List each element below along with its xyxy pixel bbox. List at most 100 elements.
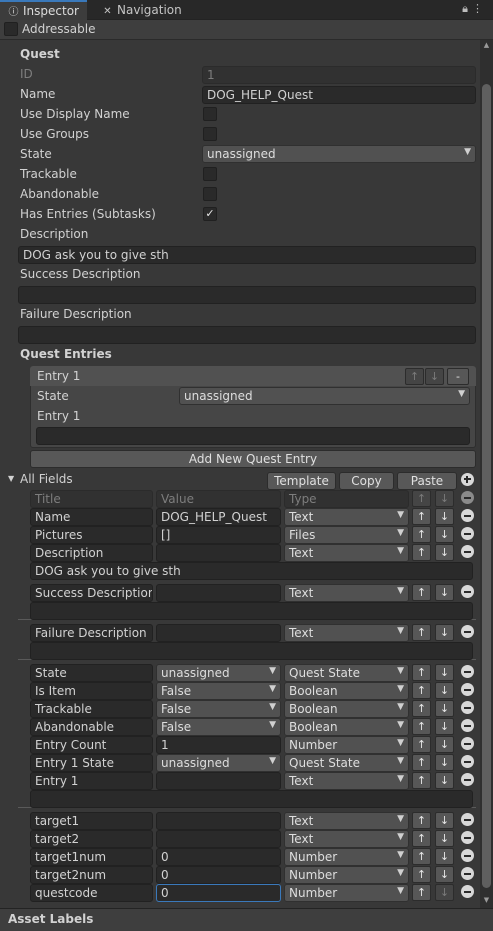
field-title[interactable]: target1 — [30, 812, 153, 830]
remove-field-icon[interactable] — [461, 737, 474, 750]
field-type-dropdown[interactable]: Quest State ▼ — [284, 664, 409, 682]
move-down-button[interactable]: ↓ — [435, 884, 454, 901]
move-up-button[interactable]: ↑ — [412, 884, 431, 901]
field-value-input[interactable] — [156, 812, 281, 830]
abandonable-checkbox[interactable] — [203, 187, 217, 201]
field-value-dropdown[interactable]: False ▼ — [156, 700, 281, 718]
move-up-button[interactable]: ↑ — [412, 544, 431, 561]
remove-field-icon[interactable] — [461, 527, 474, 540]
remove-field-icon[interactable] — [461, 545, 474, 558]
remove-field-icon[interactable] — [461, 773, 474, 786]
field-value-input[interactable]: [] — [156, 526, 281, 544]
field-value-input[interactable]: 1 — [156, 736, 281, 754]
field-value-input[interactable] — [156, 544, 281, 562]
template-button[interactable]: Template — [267, 472, 336, 490]
use-groups-checkbox[interactable] — [203, 127, 217, 141]
move-up-button[interactable]: ↑ — [412, 848, 431, 865]
lock-icon[interactable]: 🔒︎ — [462, 2, 472, 15]
field-type-dropdown[interactable]: Text ▼ — [284, 812, 409, 830]
field-type-dropdown[interactable]: Number ▼ — [284, 736, 409, 754]
remove-field-icon[interactable] — [461, 625, 474, 638]
field-value-input[interactable] — [156, 584, 281, 602]
field-long-value[interactable] — [30, 642, 473, 660]
state-dropdown[interactable]: unassigned ▼ — [202, 145, 476, 163]
move-down-button[interactable]: ↓ — [435, 664, 454, 681]
remove-field-icon[interactable] — [461, 849, 474, 862]
more-icon[interactable]: ⋮ — [472, 2, 487, 15]
field-title[interactable]: Entry 1 State — [30, 754, 153, 772]
remove-field-icon[interactable] — [461, 813, 474, 826]
move-up-button[interactable]: ↑ — [412, 682, 431, 699]
move-up-button[interactable]: ↑ — [412, 718, 431, 735]
field-title[interactable]: Entry 1 — [30, 772, 153, 790]
field-title[interactable]: Abandonable — [30, 718, 153, 736]
field-value-dropdown[interactable]: unassigned ▼ — [156, 664, 281, 682]
move-down-button[interactable]: ↓ — [435, 526, 454, 543]
scrollbar-thumb[interactable] — [482, 84, 491, 888]
field-value-input[interactable] — [156, 830, 281, 848]
move-up-button[interactable]: ↑ — [412, 508, 431, 525]
move-up-button[interactable]: ↑ — [412, 664, 431, 681]
foldout-arrow-icon[interactable]: ▼ — [8, 474, 14, 483]
move-down-button[interactable]: ↓ — [435, 866, 454, 883]
field-title[interactable]: target2num — [30, 866, 153, 884]
description-field[interactable]: DOG ask you to give sth — [18, 246, 476, 264]
field-type-dropdown[interactable]: Number ▼ — [284, 848, 409, 866]
asset-labels-bar[interactable]: Asset Labels — [0, 908, 493, 931]
use-display-name-checkbox[interactable] — [203, 107, 217, 121]
addressable-checkbox[interactable] — [4, 22, 18, 36]
scroll-down-icon[interactable]: ▼ — [481, 896, 492, 906]
field-title[interactable]: Pictures — [30, 526, 153, 544]
field-value-input[interactable] — [156, 624, 281, 642]
move-up-button[interactable]: ↑ — [412, 866, 431, 883]
field-type-dropdown[interactable]: Text ▼ — [284, 772, 409, 790]
remove-field-icon[interactable] — [461, 867, 474, 880]
remove-field-icon[interactable] — [461, 585, 474, 598]
field-long-value[interactable]: DOG ask you to give sth — [30, 562, 473, 580]
field-long-value[interactable] — [30, 602, 473, 620]
move-down-button[interactable]: ↓ — [435, 718, 454, 735]
move-up-button[interactable]: ↑ — [412, 584, 431, 601]
has-entries-checkbox[interactable]: ✓ — [203, 207, 217, 221]
field-type-dropdown[interactable]: Quest State ▼ — [284, 754, 409, 772]
move-down-button[interactable]: ↓ — [435, 700, 454, 717]
field-title[interactable]: Entry Count — [30, 736, 153, 754]
move-down-button[interactable]: ↓ — [435, 736, 454, 753]
trackable-checkbox[interactable] — [203, 167, 217, 181]
scroll-up-icon[interactable]: ▲ — [481, 41, 492, 51]
copy-button[interactable]: Copy — [339, 472, 394, 490]
remove-field-icon[interactable] — [461, 701, 474, 714]
move-down-button[interactable]: ↓ — [435, 754, 454, 771]
field-value-input[interactable] — [156, 772, 281, 790]
remove-field-icon[interactable] — [461, 885, 474, 898]
move-down-button[interactable]: ↓ — [435, 624, 454, 641]
entry-move-up-button[interactable]: ↑ — [405, 368, 424, 385]
field-type-dropdown[interactable]: Text ▼ — [284, 508, 409, 526]
entry-remove-button[interactable]: - — [447, 368, 469, 385]
move-up-button[interactable]: ↑ — [412, 700, 431, 717]
field-type-dropdown[interactable]: Number ▼ — [284, 884, 409, 902]
field-value-input[interactable]: 0 — [156, 848, 281, 866]
field-title[interactable]: Is Item — [30, 682, 153, 700]
add-field-icon[interactable] — [461, 473, 474, 486]
move-down-button[interactable]: ↓ — [435, 812, 454, 829]
field-type-dropdown[interactable]: Boolean ▼ — [284, 682, 409, 700]
field-title[interactable]: Trackable — [30, 700, 153, 718]
field-type-dropdown[interactable]: Text ▼ — [284, 584, 409, 602]
name-field[interactable]: DOG_HELP_Quest — [202, 86, 476, 104]
field-value-dropdown[interactable]: unassigned ▼ — [156, 754, 281, 772]
field-type-dropdown[interactable]: Boolean ▼ — [284, 700, 409, 718]
remove-field-icon[interactable] — [461, 683, 474, 696]
tab-inspector[interactable]: ⓘ Inspector — [0, 0, 87, 20]
field-title[interactable]: State — [30, 664, 153, 682]
remove-field-icon[interactable] — [461, 719, 474, 732]
failure-description-field[interactable] — [18, 326, 476, 344]
move-down-button[interactable]: ↓ — [435, 544, 454, 561]
field-value-dropdown[interactable]: False ▼ — [156, 682, 281, 700]
entry-state-dropdown[interactable]: unassigned ▼ — [179, 387, 470, 405]
add-quest-entry-button[interactable]: Add New Quest Entry — [30, 450, 476, 468]
field-type-dropdown[interactable]: Text ▼ — [284, 624, 409, 642]
remove-field-icon[interactable] — [461, 665, 474, 678]
field-title[interactable]: questcode — [30, 884, 153, 902]
field-title[interactable]: Failure Description — [30, 624, 153, 642]
